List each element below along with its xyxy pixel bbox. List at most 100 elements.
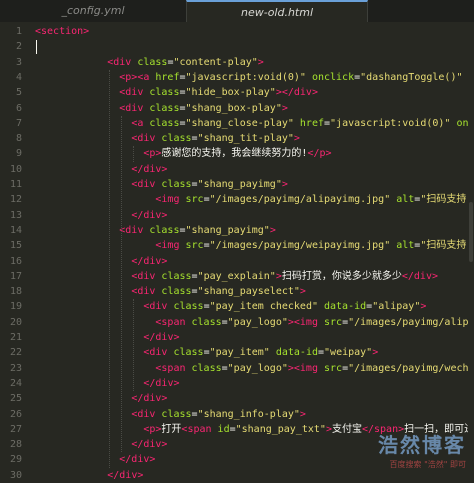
code-line: 20 <span class="pay_logo"><img src="/imag…: [0, 315, 474, 330]
code-content: </div>: [107, 468, 143, 483]
code-token: </p>: [307, 148, 332, 160]
code-line: 2: [0, 39, 474, 54]
code-token: "shang_tit-play": [197, 133, 294, 145]
code-content: <p><a href="javascript:void(0)" onclick=…: [119, 70, 474, 85]
line-number: 9: [15, 148, 22, 160]
scrollbar-thumb[interactable]: [469, 202, 473, 262]
code-token: "shang_payselect": [197, 286, 300, 298]
line-number: 11: [9, 179, 22, 190]
code-token: "weipay": [324, 347, 373, 359]
code-content: <div class="pay_item" data-id="weipay">: [143, 345, 378, 360]
code-token: 支付宝: [331, 423, 362, 435]
code-token: class: [173, 347, 204, 359]
code-token: "pay_explain": [197, 270, 276, 282]
code-line: 23 <span class="pay_logo"><img src="/imag…: [0, 361, 474, 376]
line-number: 28: [9, 439, 22, 451]
code-token: "pay_item checked": [209, 301, 324, 313]
line-number: 29: [9, 454, 22, 466]
tab-config-yml[interactable]: _config.yml: [0, 0, 186, 22]
code-token: 打开: [161, 423, 182, 435]
indent-guide: [133, 299, 135, 392]
code-token: "javascript:void(0)": [330, 117, 457, 129]
code-token: <div: [131, 270, 162, 282]
line-number: 20: [9, 316, 22, 328]
code-content: <p>感谢您的支持，我会继续努力的!</p>: [143, 146, 331, 161]
code-token: <span: [181, 423, 218, 435]
code-token: <p><a: [119, 71, 156, 83]
code-content: <span class="pay_logo"><img src="/images…: [155, 315, 474, 330]
line-number: 5: [15, 87, 22, 99]
code-token: "content-play": [173, 56, 258, 68]
watermark-main: 浩然博客: [378, 433, 466, 457]
code-token: 扫码打赏，你说多少就多少: [281, 270, 402, 282]
code-token: src: [324, 362, 343, 374]
code-token: <img: [155, 194, 186, 206]
code-token: <p>: [143, 423, 162, 435]
code-content: <section>: [35, 24, 89, 39]
code-token: class: [149, 87, 180, 99]
code-token: "shang_pay_txt": [235, 423, 326, 435]
indent-guide: [121, 115, 123, 453]
code-line: 21 </div>: [0, 330, 474, 345]
code-line: 7 <a class="shang_close-play" href="javas…: [0, 116, 474, 131]
code-token: "/images/payimg/weipayimg.jpg": [209, 240, 397, 252]
code-token: href: [155, 71, 180, 83]
code-content: </div>: [119, 452, 155, 467]
code-token: >: [372, 347, 379, 359]
line-number: 1: [15, 26, 22, 37]
code-token: "shang_payimg": [197, 179, 282, 190]
line-number: 12: [9, 194, 22, 206]
code-token: "pay_logo": [227, 362, 288, 374]
code-token: "alipay": [372, 301, 421, 313]
line-number: 15: [9, 240, 22, 252]
code-token: class: [161, 286, 192, 298]
line-number: 23: [9, 362, 22, 374]
code-token: class: [191, 316, 222, 328]
code-line: 17 <div class="pay_explain">扫码打赏，你说多少就多少<…: [0, 269, 474, 284]
line-number: 21: [9, 332, 22, 343]
vertical-scrollbar[interactable]: [468, 22, 474, 478]
code-line: 19 <div class="pay_item checked" data-id=…: [0, 299, 474, 314]
line-number: 4: [15, 71, 22, 83]
code-token: "/images/payimg/alipayimg.jpg": [209, 194, 397, 206]
code-token: >: [420, 301, 427, 313]
code-token: </div>: [131, 163, 168, 175]
watermark-sub: 百度搜索 "浩然" 即可: [389, 460, 466, 469]
code-token: "扫码支持": [420, 240, 474, 252]
code-token: class: [137, 56, 168, 68]
code-token: <span: [155, 362, 192, 374]
code-editor[interactable]: 1 <section> 2 3 <div class="content-play"> 4 <…: [0, 22, 474, 481]
line-number: 3: [15, 56, 22, 68]
code-line: 13 </div>: [0, 208, 474, 223]
code-token: "扫码支持": [420, 194, 474, 206]
code-token: >: [293, 133, 300, 145]
code-content: <div class="shang_tit-play">: [131, 131, 300, 146]
code-line: 9 <p>感谢您的支持，我会继续努力的!</p>: [0, 146, 474, 161]
code-content: <span class="pay_logo"><img src="/images…: [155, 361, 474, 376]
code-token: >: [257, 56, 264, 68]
code-token: </div>: [401, 270, 438, 282]
line-number: 22: [9, 347, 22, 359]
code-line: 26 <div class="shang_info-play">: [0, 407, 474, 422]
code-token: src: [324, 316, 343, 328]
code-content: </div>: [131, 391, 167, 406]
code-token: "hide_box-play": [185, 87, 276, 99]
line-number: 30: [9, 469, 22, 481]
line-number: 19: [9, 301, 22, 313]
code-content: </div>: [131, 254, 167, 269]
indent-guide: [133, 146, 135, 162]
code-token: class: [161, 133, 192, 145]
line-number: 6: [15, 102, 22, 114]
code-token: class: [149, 224, 180, 236]
code-content: <div class="shang_box-play">: [119, 101, 288, 116]
code-token: >: [281, 102, 288, 114]
code-token: <a: [131, 117, 150, 129]
code-content: <div class="pay_item checked" data-id="a…: [143, 299, 426, 314]
code-token: 感谢您的支持，我会继续努力的!: [161, 148, 308, 160]
code-token: <div: [131, 286, 162, 298]
code-token: class: [161, 408, 192, 420]
code-token: data-id: [324, 301, 367, 313]
tab-new-old-html[interactable]: new-old.html: [186, 0, 368, 22]
code-token: src: [185, 240, 204, 252]
line-number: 27: [9, 423, 22, 435]
